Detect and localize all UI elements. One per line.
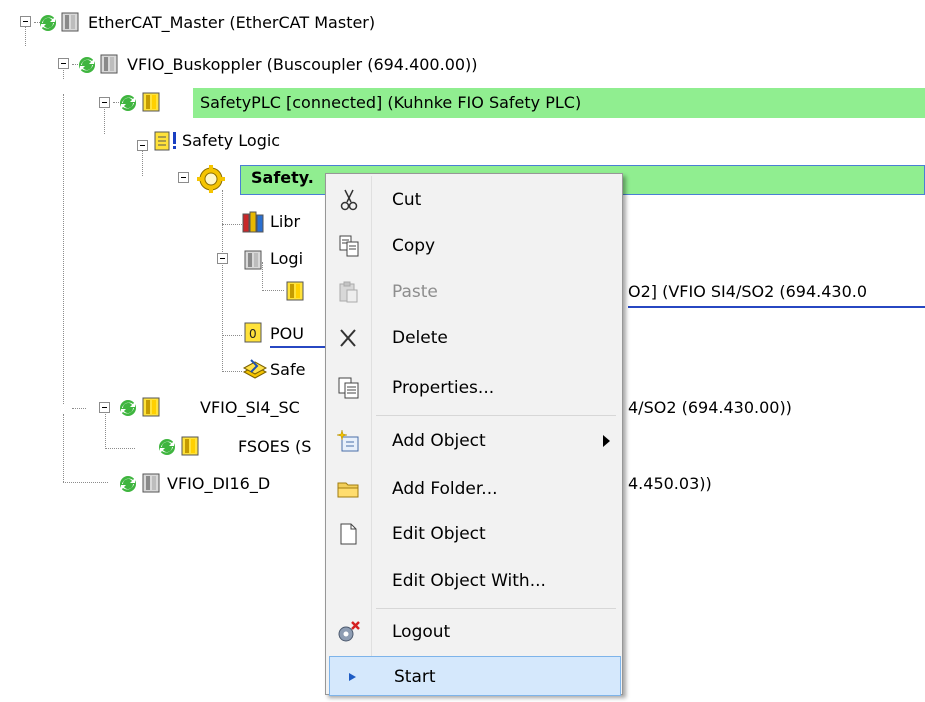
menu-item-label: Copy (392, 236, 436, 256)
tree-node-label-suffix: 4/SO2 (694.430.00)) (628, 398, 792, 417)
task-config-icon (242, 359, 268, 379)
menu-item-delete[interactable]: Delete (328, 318, 620, 358)
library-books-icon (242, 211, 264, 233)
menu-item-copy[interactable]: Copy (328, 226, 620, 266)
collapse-toggle[interactable] (99, 402, 110, 413)
tree-node-label[interactable]: VFIO_SI4_SC (200, 393, 300, 423)
paste-icon (339, 281, 358, 303)
device-yellow-icon (181, 436, 199, 456)
context-menu: Cut Copy Paste Delete Properties... Add … (325, 173, 623, 696)
device-gray-icon (244, 250, 262, 270)
sync-green-icon (120, 400, 136, 416)
menu-item-add-object[interactable]: Add Object (328, 421, 620, 461)
tree-node-label[interactable]: Safe (270, 355, 305, 385)
menu-item-edit-object-with[interactable]: Edit Object With... (328, 561, 620, 601)
link-underline (628, 306, 925, 308)
gear-yellow-icon (197, 165, 225, 193)
properties-icon (338, 377, 359, 399)
logout-gears-icon (338, 621, 360, 642)
svg-text:0: 0 (249, 327, 257, 341)
add-object-icon (336, 429, 359, 452)
tree-node-label[interactable]: POU (270, 319, 304, 349)
menu-item-start[interactable]: Start (329, 656, 621, 696)
scissors-icon (340, 189, 358, 211)
menu-item-label: Add Folder... (392, 479, 498, 499)
collapse-toggle[interactable] (217, 253, 228, 264)
collapse-toggle[interactable] (20, 16, 31, 27)
menu-item-label: Properties... (392, 378, 495, 398)
sync-green-icon (79, 57, 95, 73)
collapse-toggle[interactable] (178, 172, 189, 183)
sync-green-icon (159, 439, 175, 455)
device-yellow-icon (142, 397, 160, 417)
menu-item-label: Start (394, 667, 436, 687)
pou-icon: 0 (244, 322, 262, 343)
menu-item-label: Cut (392, 190, 422, 210)
menu-item-label: Edit Object With... (392, 571, 546, 591)
tree-node-label[interactable]: Safety Logic (182, 126, 280, 156)
tree-node-label[interactable]: Libr (270, 207, 300, 237)
collapse-toggle[interactable] (99, 97, 110, 108)
tree-node-label[interactable]: SafetyPLC [connected] (Kuhnke FIO Safety… (200, 88, 581, 118)
submenu-arrow-icon (603, 435, 610, 447)
menu-item-cut[interactable]: Cut (328, 180, 620, 220)
tree-node-label[interactable]: Safety. (251, 163, 314, 193)
menu-item-label: Paste (392, 282, 438, 302)
tree-node-label[interactable]: O2] (VFIO SI4/SO2 (694.430.0 (628, 277, 867, 307)
safety-logic-icon (154, 131, 176, 151)
menu-separator (376, 415, 616, 416)
device-gray-icon (100, 54, 118, 74)
menu-item-add-folder[interactable]: Add Folder... (328, 469, 620, 509)
menu-separator (376, 608, 616, 609)
tree-node-label[interactable]: VFIO_DI16_D (167, 469, 270, 499)
play-arrow-icon (349, 673, 356, 681)
device-gray-icon (61, 12, 79, 32)
menu-item-logout[interactable]: Logout (328, 612, 620, 652)
menu-item-label: Edit Object (392, 524, 486, 544)
copy-icon (339, 235, 359, 257)
menu-item-label: Add Object (392, 431, 486, 451)
sync-green-icon (120, 95, 136, 111)
edit-object-icon (340, 523, 357, 545)
menu-item-paste[interactable]: Paste (328, 272, 620, 312)
tree-node-label-suffix: 4.450.03)) (628, 474, 712, 493)
menu-item-label: Logout (392, 622, 451, 642)
tree-node-label[interactable]: EtherCAT_Master (EtherCAT Master) (88, 8, 375, 38)
menu-item-label: Delete (392, 328, 448, 348)
menu-item-properties[interactable]: Properties... (328, 368, 620, 408)
sync-green-icon (40, 15, 56, 31)
device-yellow-icon (286, 281, 304, 301)
collapse-toggle[interactable] (58, 58, 69, 69)
sync-green-icon (120, 476, 136, 492)
tree-node-label[interactable]: Logi (270, 244, 303, 274)
device-yellow-icon (142, 92, 160, 112)
collapse-toggle[interactable] (137, 140, 148, 151)
folder-icon (337, 482, 359, 498)
menu-item-edit-object[interactable]: Edit Object (328, 514, 620, 554)
tree-node-label[interactable]: VFIO_Buskoppler (Buscoupler (694.400.00)… (127, 50, 478, 80)
link-underline (270, 346, 325, 348)
delete-x-icon (340, 329, 356, 347)
tree-node-label[interactable]: FSOES (S (238, 432, 311, 462)
device-gray-icon (142, 473, 160, 493)
